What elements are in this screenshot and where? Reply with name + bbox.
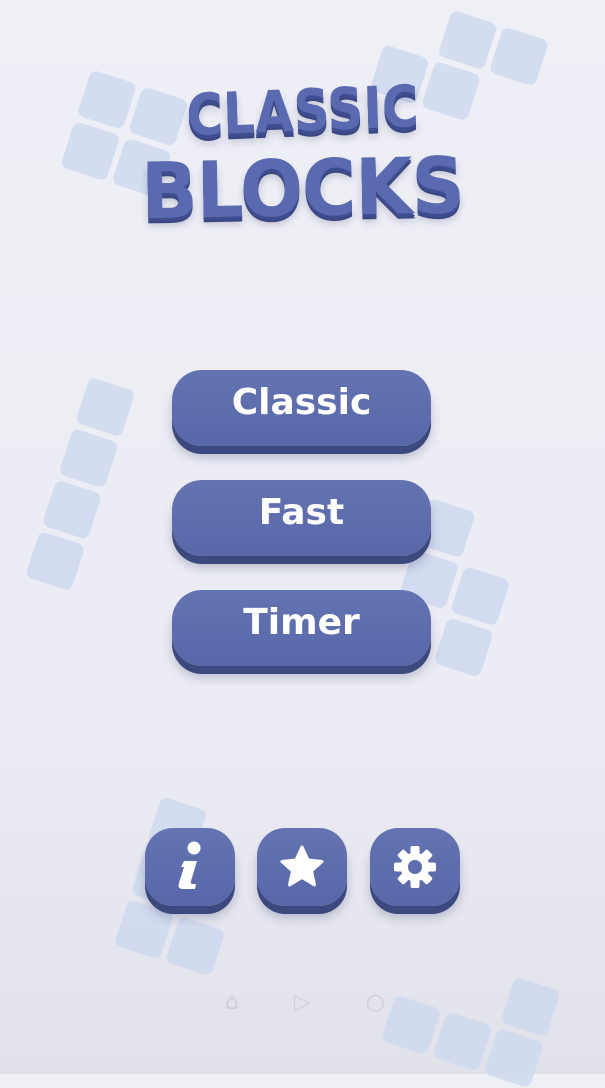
decor-block — [58, 428, 119, 489]
decor-block — [437, 9, 498, 71]
star-icon — [279, 845, 325, 889]
decor-block — [380, 994, 442, 1056]
decor-block — [483, 1027, 545, 1088]
nav-search-hint-icon: ○ — [365, 990, 385, 1015]
nav-play-hint-icon: ▷ — [293, 990, 311, 1015]
fast-mode-button[interactable]: Fast — [172, 480, 431, 556]
classic-mode-button[interactable]: Classic — [172, 370, 431, 446]
info-icon — [173, 841, 207, 893]
logo-title-line2: BLOCKS — [140, 140, 465, 238]
decor-block — [432, 1011, 493, 1072]
decor-block — [433, 617, 494, 678]
info-button[interactable] — [145, 828, 235, 906]
system-nav-hints: ⌂ ▷ ○ — [225, 990, 385, 1015]
decor-block — [450, 565, 511, 627]
decor-block — [500, 976, 561, 1038]
gear-icon — [393, 845, 437, 889]
rate-button[interactable] — [257, 828, 347, 906]
settings-button[interactable] — [370, 828, 460, 906]
decor-block — [25, 530, 86, 592]
decor-block — [165, 915, 226, 977]
nav-home-hint-icon: ⌂ — [225, 990, 239, 1015]
decor-block — [41, 479, 103, 540]
timer-mode-button[interactable]: Timer — [172, 590, 431, 666]
decor-block — [75, 376, 136, 438]
decor-block — [113, 899, 175, 960]
